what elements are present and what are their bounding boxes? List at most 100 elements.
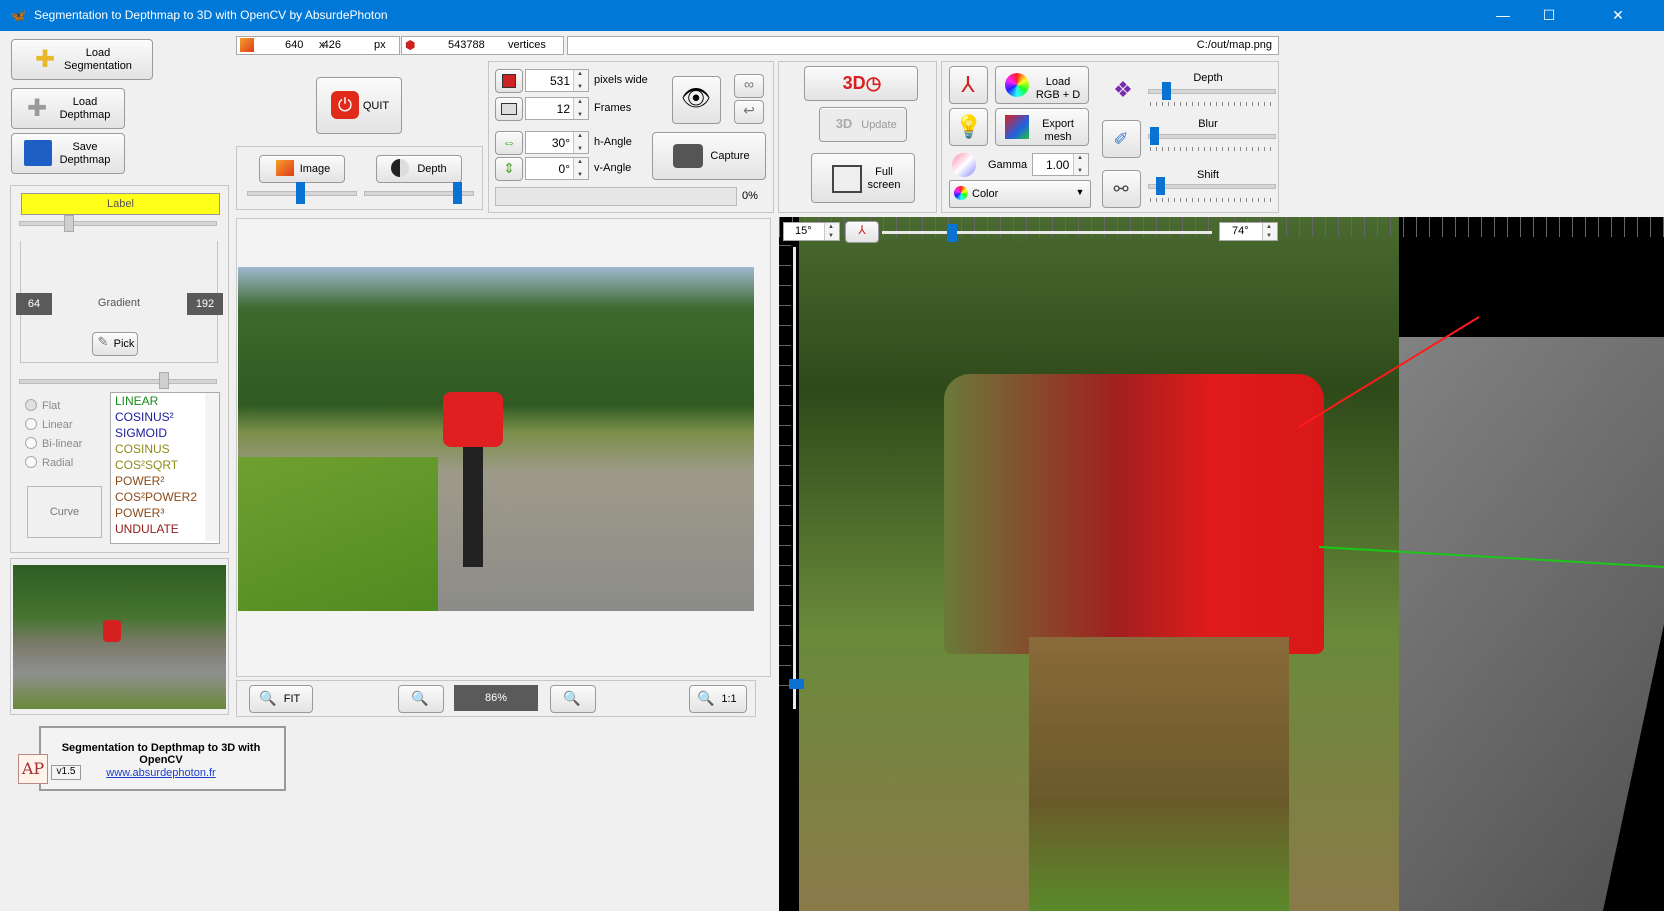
source-image[interactable] [238, 267, 754, 611]
curve-item[interactable]: POWER² [111, 473, 219, 489]
maximize-button[interactable]: ☐ [1526, 0, 1572, 31]
v-angle-icon-button[interactable]: ⇕ [495, 157, 523, 181]
shift-slider-track[interactable] [1148, 184, 1276, 189]
curve-item[interactable]: COS²POWER2 [111, 489, 219, 505]
depth-tab-button[interactable]: Depth [376, 155, 462, 183]
curve-item[interactable]: COSINUS² [111, 409, 219, 425]
color-mode-value: Color [972, 188, 999, 200]
gradient-slider-track[interactable] [19, 379, 217, 384]
pitch-angle-spinner[interactable] [824, 223, 839, 240]
horizontal-arrows-icon: ⇔ [502, 134, 516, 150]
capture-button[interactable]: Capture [652, 132, 766, 180]
y-axis-line [1318, 546, 1664, 568]
loop-button[interactable]: ∞ [734, 74, 764, 98]
blur-slider-track[interactable] [1148, 134, 1276, 139]
curve-item[interactable]: POWER³ [111, 505, 219, 521]
load-segmentation-button[interactable]: ✚ Load Segmentation [11, 39, 153, 80]
label-slider-thumb[interactable] [64, 215, 74, 232]
minimize-button[interactable]: — [1480, 0, 1526, 31]
yaw-slider-track[interactable] [882, 231, 1212, 234]
gradient-low-value[interactable]: 64 [16, 293, 52, 315]
3d-view[interactable]: 15° ⅄ 74° [779, 217, 1664, 911]
h-angle-input[interactable]: 30° [525, 131, 589, 154]
radio-linear[interactable]: Linear [25, 418, 73, 431]
zoom-one-to-one-button[interactable]: 🔍 1:1 [689, 685, 747, 713]
blur-slider-thumb[interactable] [1150, 127, 1159, 145]
axes-toggle-button[interactable]: ⅄ [949, 66, 988, 104]
frames-input[interactable]: 12 [525, 97, 589, 120]
quit-button[interactable]: ⏻ QUIT [316, 77, 402, 134]
curve-item[interactable]: UNDULATE [111, 521, 219, 537]
pixels-wide-icon-button[interactable] [495, 69, 523, 93]
gradient-high-value[interactable]: 192 [187, 293, 223, 315]
radio-bilinear[interactable]: Bi-linear [25, 437, 82, 450]
curve-item[interactable]: SIGMOID [111, 425, 219, 441]
label-slider-track[interactable] [19, 221, 217, 226]
radio-flat[interactable]: Flat [25, 399, 60, 412]
h-angle-spinner[interactable] [573, 132, 588, 153]
fit-label: FIT [283, 693, 301, 705]
zoom-slider-thumb[interactable] [789, 679, 804, 689]
about-title: Segmentation to Depthmap to 3D with Open… [61, 742, 261, 766]
axes-small-icon: ⅄ [858, 223, 866, 237]
image-viewer[interactable] [236, 218, 771, 677]
v-angle-spinner[interactable] [573, 158, 588, 179]
curve-item[interactable]: LINEAR [111, 393, 219, 409]
blur-button[interactable]: ✐ [1102, 120, 1141, 158]
zoom-in-button[interactable]: 🔍 [550, 685, 596, 713]
viewer-vertical-scrollbar[interactable] [755, 219, 769, 659]
3d-clock-icon: 3D◷ [842, 73, 882, 93]
absurdephoton-logo: AP [18, 754, 48, 784]
grass-verge [238, 457, 438, 611]
yaw-slider-thumb[interactable] [947, 224, 957, 242]
depth-opacity-thumb[interactable] [453, 182, 462, 204]
yaw-angle-value: 74° [1232, 225, 1249, 237]
thumbnail-image[interactable] [13, 565, 226, 709]
pitch-angle-input[interactable]: 15° [783, 222, 840, 241]
image-opacity-thumb[interactable] [296, 182, 305, 204]
pick-button[interactable]: ✎ Pick [92, 332, 138, 356]
curve-list[interactable]: LINEAR COSINUS² SIGMOID COSINUS COS²SQRT… [110, 392, 220, 544]
save-depthmap-button[interactable]: Save Depthmap [11, 133, 125, 174]
reset-view-button[interactable]: ⅄ [845, 221, 879, 243]
shift-button[interactable]: ⚯ [1102, 170, 1141, 208]
close-button[interactable]: ✕ [1572, 0, 1664, 31]
load-depthmap-button[interactable]: ✚ Load Depthmap [11, 88, 125, 129]
frames-spinner[interactable] [573, 98, 588, 119]
h-angle-label: h-Angle [594, 136, 632, 148]
frames-icon-button[interactable] [495, 97, 523, 121]
yaw-angle-input[interactable]: 74° [1219, 222, 1278, 241]
gradient-slider-thumb[interactable] [159, 372, 169, 389]
cyclist-legs [463, 447, 483, 567]
viewer-horizontal-scrollbar[interactable] [237, 661, 755, 675]
curve-item[interactable]: COS²SQRT [111, 457, 219, 473]
yaw-angle-spinner[interactable] [1262, 223, 1277, 240]
3d-gray-icon: 3D [835, 116, 853, 131]
curve-item[interactable]: COSINUS [111, 441, 219, 457]
h-angle-icon-button[interactable]: ⇔ [495, 131, 523, 155]
v-angle-input[interactable]: 0° [525, 157, 589, 180]
pixels-wide-input[interactable]: 531 [525, 69, 589, 92]
curve-list-scrollbar[interactable] [205, 393, 219, 541]
color-mode-select[interactable]: Color ▼ [949, 180, 1091, 208]
gamma-spinner[interactable] [1073, 154, 1088, 175]
update-button[interactable]: 3D Update [819, 107, 907, 142]
preview-eye-button[interactable]: 👁 [672, 76, 721, 124]
website-link[interactable]: www.absurdephoton.fr [96, 767, 226, 779]
shift-slider-thumb[interactable] [1156, 177, 1165, 195]
image-tab-button[interactable]: Image [259, 155, 345, 183]
fit-button[interactable]: 🔍 FIT [249, 685, 313, 713]
return-button[interactable]: ↩ [734, 100, 764, 124]
export-mesh-button[interactable]: Export mesh [995, 108, 1089, 146]
pixels-wide-spinner[interactable] [573, 70, 588, 91]
depth-slider-thumb[interactable] [1162, 82, 1171, 100]
radio-radial[interactable]: Radial [25, 456, 73, 469]
compute-3d-button[interactable]: 3D◷ [804, 66, 918, 101]
zoom-out-button[interactable]: 🔍 [398, 685, 444, 713]
load-rgbd-button[interactable]: Load RGB + D [995, 66, 1089, 104]
zoom-slider-track[interactable] [793, 247, 796, 709]
lighting-button[interactable]: 💡 [949, 108, 988, 146]
full-screen-button[interactable]: Full screen [811, 153, 915, 203]
shift-label: Shift [1196, 169, 1219, 181]
gamma-input[interactable]: 1.00 [1032, 153, 1089, 176]
